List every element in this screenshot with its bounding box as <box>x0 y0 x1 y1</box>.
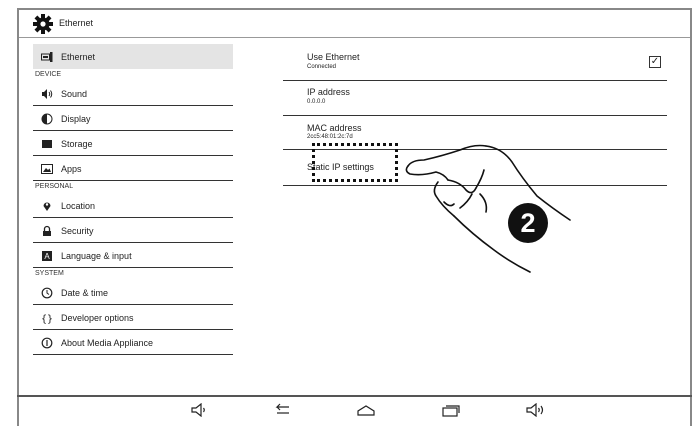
svg-text:A: A <box>44 252 50 261</box>
section-header-device: DEVICE <box>35 71 62 78</box>
section-header-system: SYSTEM <box>35 270 64 277</box>
sidebar-item-storage[interactable]: Storage <box>33 131 233 156</box>
sidebar-item-display[interactable]: Display <box>33 106 233 131</box>
settings-sidebar: Ethernet DEVICE Sound Display Storage Ap… <box>33 44 233 355</box>
sidebar-item-label: Language & input <box>61 251 132 261</box>
step-number-badge: 2 <box>508 203 548 243</box>
back-icon[interactable] <box>272 403 294 417</box>
home-icon[interactable] <box>355 403 377 417</box>
section-header-personal: PERSONAL <box>35 183 74 190</box>
language-icon: A <box>41 250 53 262</box>
sidebar-item-sound[interactable]: Sound <box>33 81 233 106</box>
volume-up-icon[interactable] <box>525 403 547 417</box>
sidebar-item-apps[interactable]: Apps <box>33 156 233 181</box>
lock-icon <box>41 225 53 237</box>
navigation-bar <box>17 395 692 426</box>
location-icon <box>41 200 53 212</box>
clock-icon <box>41 287 53 299</box>
sidebar-item-label: Storage <box>61 139 93 149</box>
window-title: Ethernet <box>59 18 94 28</box>
sidebar-item-language-input[interactable]: A Language & input <box>33 243 233 268</box>
sidebar-item-label: Developer options <box>61 313 134 323</box>
sidebar-item-date-time[interactable]: Date & time <box>33 280 233 305</box>
sidebar-item-label: Display <box>61 114 91 124</box>
display-icon <box>41 113 53 125</box>
sidebar-item-label: Sound <box>61 89 88 99</box>
mac-address-title: MAC address <box>307 123 362 133</box>
recents-icon[interactable] <box>440 403 462 417</box>
sidebar-item-ethernet[interactable]: Ethernet <box>33 44 233 69</box>
settings-gear-icon <box>33 14 53 34</box>
info-icon <box>41 337 53 349</box>
sidebar-item-about[interactable]: About Media Appliance <box>33 330 233 355</box>
sidebar-item-security[interactable]: Security <box>33 218 233 243</box>
mac-address-value: 2cc5:48:01:2c:7d <box>307 134 353 140</box>
ip-address-title: IP address <box>307 87 350 97</box>
use-ethernet-row[interactable]: Use Ethernet Connected ✓ <box>283 44 667 81</box>
volume-down-icon[interactable] <box>189 403 211 417</box>
braces-icon: {} <box>41 312 53 325</box>
highlight-dotted-box <box>312 143 398 182</box>
use-ethernet-summary: Connected <box>307 64 337 70</box>
sound-icon <box>41 88 53 100</box>
sidebar-item-location[interactable]: Location <box>33 193 233 218</box>
sidebar-item-label: Apps <box>61 164 82 174</box>
storage-icon <box>41 138 53 150</box>
ethernet-icon <box>41 51 53 63</box>
sidebar-item-label: Security <box>61 226 94 236</box>
use-ethernet-checkbox[interactable]: ✓ <box>649 56 661 68</box>
sidebar-item-developer-options[interactable]: {} Developer options <box>33 305 233 330</box>
sidebar-item-label: About Media Appliance <box>61 338 154 348</box>
ip-address-row[interactable]: IP address 0.0.0.0 <box>283 81 667 116</box>
sidebar-item-label: Location <box>61 201 96 211</box>
pointing-hand-illustration <box>405 144 571 273</box>
sidebar-item-label: Ethernet <box>61 52 96 62</box>
ip-address-value: 0.0.0.0 <box>307 99 326 105</box>
apps-icon <box>41 163 53 175</box>
title-bar: Ethernet <box>19 10 690 38</box>
svg-text:{}: {} <box>41 314 53 324</box>
use-ethernet-title: Use Ethernet <box>307 52 360 62</box>
sidebar-item-label: Date & time <box>61 288 109 298</box>
